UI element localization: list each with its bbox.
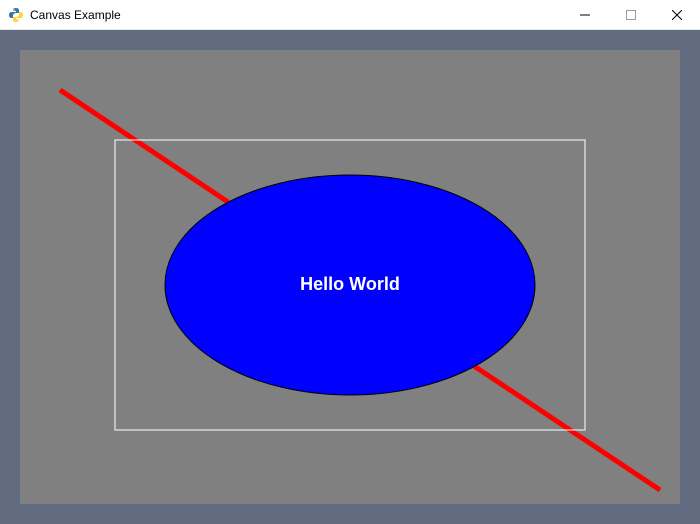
window-controls: [562, 0, 700, 29]
app-icon: [8, 7, 24, 23]
maximize-button[interactable]: [608, 0, 654, 29]
close-button[interactable]: [654, 0, 700, 29]
window-titlebar: Canvas Example: [0, 0, 700, 30]
canvas-text: Hello World: [300, 274, 400, 294]
minimize-button[interactable]: [562, 0, 608, 29]
window-title: Canvas Example: [30, 8, 121, 22]
client-area: Hello World: [0, 30, 700, 524]
canvas[interactable]: Hello World: [20, 50, 680, 504]
